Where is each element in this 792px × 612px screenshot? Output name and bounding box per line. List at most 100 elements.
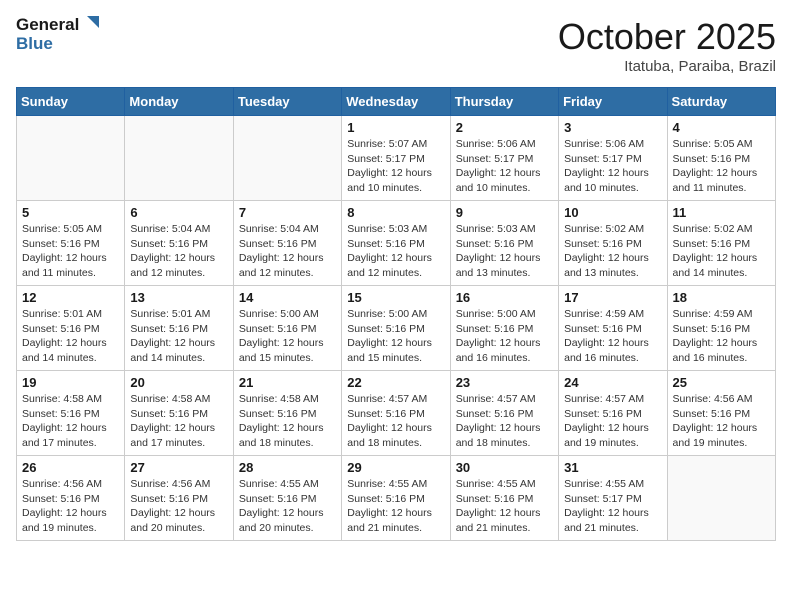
calendar-header-row: SundayMondayTuesdayWednesdayThursdayFrid… [17, 88, 776, 116]
calendar-cell: 8Sunrise: 5:03 AMSunset: 5:16 PMDaylight… [342, 201, 450, 286]
day-info: Sunrise: 4:58 AMSunset: 5:16 PMDaylight:… [239, 392, 336, 451]
day-info: Sunrise: 4:55 AMSunset: 5:16 PMDaylight:… [456, 477, 553, 536]
calendar-week-row: 12 Sunrise: 5:01 AMSunset: 5:16 PMDayligh… [17, 286, 776, 371]
calendar-cell: 26 Sunrise: 4:56 AMSunset: 5:16 PMDayligh… [17, 456, 125, 541]
day-number: 7 [239, 205, 336, 220]
day-number: 2 [456, 120, 553, 135]
day-number: 27 [130, 460, 227, 475]
day-number: 17 [564, 290, 661, 305]
calendar-cell: 5 Sunrise: 5:05 AMSunset: 5:16 PMDaylight… [17, 201, 125, 286]
calendar-cell: 30Sunrise: 4:55 AMSunset: 5:16 PMDayligh… [450, 456, 558, 541]
calendar-header-sunday: Sunday [17, 88, 125, 116]
logo: General Blue [16, 16, 99, 53]
day-number: 3 [564, 120, 661, 135]
day-info: Sunrise: 5:01 AMSunset: 5:16 PMDaylight:… [130, 307, 227, 366]
day-info: Sunrise: 5:00 AMSunset: 5:16 PMDaylight:… [347, 307, 444, 366]
day-info: Sunrise: 4:59 AMSunset: 5:16 PMDaylight:… [564, 307, 661, 366]
calendar-cell: 24 Sunrise: 4:57 AMSunset: 5:16 PMDayligh… [559, 371, 667, 456]
logo-arrow-icon [81, 16, 99, 34]
calendar-cell: 9 Sunrise: 5:03 AMSunset: 5:16 PMDaylight… [450, 201, 558, 286]
day-number: 31 [564, 460, 661, 475]
day-info: Sunrise: 4:55 AMSunset: 5:16 PMDaylight:… [239, 477, 336, 536]
day-number: 10 [564, 205, 661, 220]
calendar-header-wednesday: Wednesday [342, 88, 450, 116]
day-info: Sunrise: 5:05 AMSunset: 5:16 PMDaylight:… [673, 137, 770, 196]
day-info: Sunrise: 5:00 AMSunset: 5:16 PMDaylight:… [239, 307, 336, 366]
calendar-cell: 2 Sunrise: 5:06 AMSunset: 5:17 PMDaylight… [450, 116, 558, 201]
day-info: Sunrise: 4:56 AMSunset: 5:16 PMDaylight:… [22, 477, 119, 536]
calendar-cell: 11Sunrise: 5:02 AMSunset: 5:16 PMDayligh… [667, 201, 775, 286]
calendar-cell: 15 Sunrise: 5:00 AMSunset: 5:16 PMDayligh… [342, 286, 450, 371]
location-subtitle: Itatuba, Paraiba, Brazil [558, 58, 776, 75]
calendar-cell: 23Sunrise: 4:57 AMSunset: 5:16 PMDayligh… [450, 371, 558, 456]
logo-blue: Blue [16, 35, 53, 54]
day-number: 19 [22, 375, 119, 390]
day-info: Sunrise: 5:06 AMSunset: 5:17 PMDaylight:… [456, 137, 553, 196]
calendar-cell [17, 116, 125, 201]
calendar-cell: 17 Sunrise: 4:59 AMSunset: 5:16 PMDayligh… [559, 286, 667, 371]
calendar-cell: 16Sunrise: 5:00 AMSunset: 5:16 PMDayligh… [450, 286, 558, 371]
day-number: 28 [239, 460, 336, 475]
calendar-header-thursday: Thursday [450, 88, 558, 116]
calendar-cell: 20Sunrise: 4:58 AMSunset: 5:16 PMDayligh… [125, 371, 233, 456]
day-info: Sunrise: 5:05 AMSunset: 5:16 PMDaylight:… [22, 222, 119, 281]
day-info: Sunrise: 4:55 AMSunset: 5:16 PMDaylight:… [347, 477, 444, 536]
calendar-cell [125, 116, 233, 201]
day-number: 12 [22, 290, 119, 305]
day-number: 14 [239, 290, 336, 305]
title-area: October 2025 Itatuba, Paraiba, Brazil [558, 16, 776, 75]
day-number: 20 [130, 375, 227, 390]
calendar-cell: 7Sunrise: 5:04 AMSunset: 5:16 PMDaylight… [233, 201, 341, 286]
calendar-cell: 19 Sunrise: 4:58 AMSunset: 5:16 PMDayligh… [17, 371, 125, 456]
calendar-cell: 13 Sunrise: 5:01 AMSunset: 5:16 PMDayligh… [125, 286, 233, 371]
day-number: 24 [564, 375, 661, 390]
logo-text-group: General Blue [16, 16, 99, 53]
day-number: 23 [456, 375, 553, 390]
day-info: Sunrise: 4:59 AMSunset: 5:16 PMDaylight:… [673, 307, 770, 366]
day-number: 26 [22, 460, 119, 475]
day-info: Sunrise: 5:06 AMSunset: 5:17 PMDaylight:… [564, 137, 661, 196]
day-number: 8 [347, 205, 444, 220]
day-info: Sunrise: 4:57 AMSunset: 5:16 PMDaylight:… [347, 392, 444, 451]
calendar-cell: 6Sunrise: 5:04 AMSunset: 5:16 PMDaylight… [125, 201, 233, 286]
calendar-cell: 10 Sunrise: 5:02 AMSunset: 5:16 PMDayligh… [559, 201, 667, 286]
day-number: 25 [673, 375, 770, 390]
calendar-cell: 3 Sunrise: 5:06 AMSunset: 5:17 PMDaylight… [559, 116, 667, 201]
day-info: Sunrise: 5:03 AMSunset: 5:16 PMDaylight:… [456, 222, 553, 281]
day-info: Sunrise: 5:07 AMSunset: 5:17 PMDaylight:… [347, 137, 444, 196]
day-info: Sunrise: 4:57 AMSunset: 5:16 PMDaylight:… [564, 392, 661, 451]
day-info: Sunrise: 5:02 AMSunset: 5:16 PMDaylight:… [564, 222, 661, 281]
day-number: 1 [347, 120, 444, 135]
day-info: Sunrise: 5:01 AMSunset: 5:16 PMDaylight:… [22, 307, 119, 366]
logo-general: General [16, 16, 79, 35]
day-info: Sunrise: 4:55 AMSunset: 5:17 PMDaylight:… [564, 477, 661, 536]
calendar-header-tuesday: Tuesday [233, 88, 341, 116]
calendar-cell: 27Sunrise: 4:56 AMSunset: 5:16 PMDayligh… [125, 456, 233, 541]
calendar-cell: 21 Sunrise: 4:58 AMSunset: 5:16 PMDayligh… [233, 371, 341, 456]
day-number: 22 [347, 375, 444, 390]
day-number: 15 [347, 290, 444, 305]
calendar-week-row: 1 Sunrise: 5:07 AMSunset: 5:17 PMDaylight… [17, 116, 776, 201]
calendar-header-friday: Friday [559, 88, 667, 116]
calendar-cell: 22 Sunrise: 4:57 AMSunset: 5:16 PMDayligh… [342, 371, 450, 456]
day-number: 9 [456, 205, 553, 220]
calendar-cell: 29Sunrise: 4:55 AMSunset: 5:16 PMDayligh… [342, 456, 450, 541]
calendar-header-saturday: Saturday [667, 88, 775, 116]
calendar-cell: 12 Sunrise: 5:01 AMSunset: 5:16 PMDayligh… [17, 286, 125, 371]
calendar-header-monday: Monday [125, 88, 233, 116]
day-number: 18 [673, 290, 770, 305]
day-info: Sunrise: 5:04 AMSunset: 5:16 PMDaylight:… [130, 222, 227, 281]
day-number: 21 [239, 375, 336, 390]
day-number: 5 [22, 205, 119, 220]
calendar-week-row: 26 Sunrise: 4:56 AMSunset: 5:16 PMDayligh… [17, 456, 776, 541]
day-number: 13 [130, 290, 227, 305]
calendar-week-row: 5 Sunrise: 5:05 AMSunset: 5:16 PMDaylight… [17, 201, 776, 286]
calendar-table: SundayMondayTuesdayWednesdayThursdayFrid… [16, 87, 776, 541]
calendar-cell: 4Sunrise: 5:05 AMSunset: 5:16 PMDaylight… [667, 116, 775, 201]
calendar-cell: 25Sunrise: 4:56 AMSunset: 5:16 PMDayligh… [667, 371, 775, 456]
calendar-cell: 1 Sunrise: 5:07 AMSunset: 5:17 PMDaylight… [342, 116, 450, 201]
calendar-cell: 28 Sunrise: 4:55 AMSunset: 5:16 PMDayligh… [233, 456, 341, 541]
day-number: 11 [673, 205, 770, 220]
calendar-cell: 31 Sunrise: 4:55 AMSunset: 5:17 PMDayligh… [559, 456, 667, 541]
day-info: Sunrise: 4:58 AMSunset: 5:16 PMDaylight:… [22, 392, 119, 451]
